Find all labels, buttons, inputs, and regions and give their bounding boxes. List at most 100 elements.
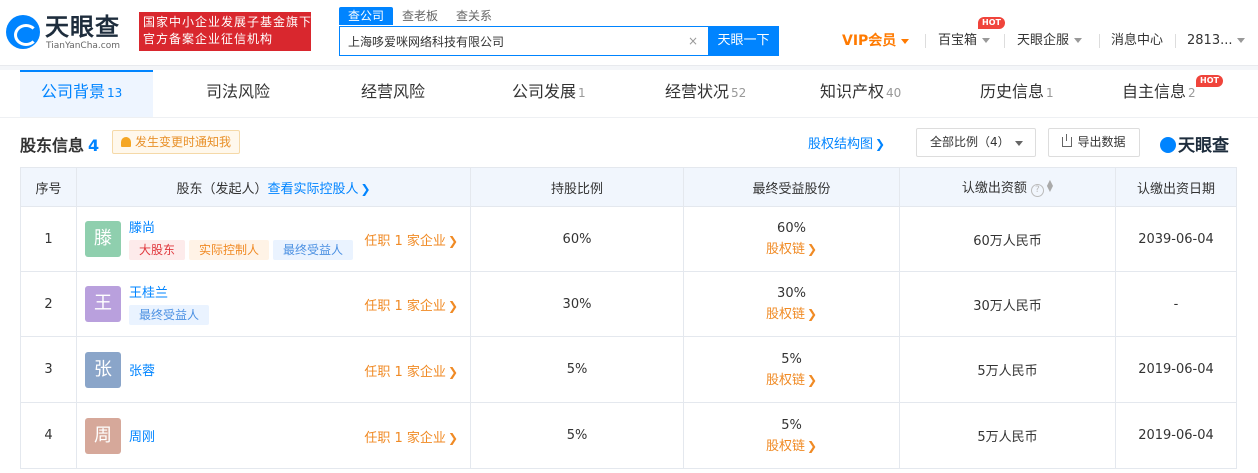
company-tab-bar: 公司背景 13 司法风险 经营风险 公司发展 1 经营状况 52 知识产权 40 历史信… <box>0 70 1258 117</box>
tab-label: 司法风险 <box>206 82 271 101</box>
nav-divider <box>1004 34 1005 48</box>
holder-cell: 滕滕尚 大股东 实际控制人 最终受益人 任职 1 家企业 ❯ <box>76 206 471 272</box>
positions-link[interactable]: 任职 1 家企业 ❯ <box>364 295 458 314</box>
chevron-right-icon: ❯ <box>360 181 371 196</box>
enterprise-service-menu[interactable]: 天眼企服 <box>1017 32 1083 50</box>
col-header-benefit: 最终受益股份 <box>683 167 900 207</box>
official-banner[interactable]: 国家中小企业发展子基金旗下 官方备案企业征信机构 <box>139 12 311 51</box>
message-center-link[interactable]: 消息中心 <box>1111 32 1163 50</box>
chevron-down-icon <box>1074 38 1083 43</box>
nav-divider <box>925 34 926 48</box>
chevron-down-icon <box>901 38 910 44</box>
positions-link-label: 任职 1 家企业 <box>364 234 446 249</box>
table-row: 3 张张蓉 任职 1 家企业 ❯ 5% 5% 股权链 ❯ 5万人民币 2019-06-04 <box>20 336 1237 403</box>
holder-name-link[interactable]: 周刚 <box>129 426 155 445</box>
avatar[interactable]: 张 <box>85 351 121 388</box>
brand-text: 天眼查 <box>1178 136 1229 156</box>
holder-name-link[interactable]: 张蓉 <box>129 360 155 379</box>
benefit-value: 60% <box>777 221 806 236</box>
user-menu[interactable]: 2813... <box>1187 32 1246 50</box>
tab-history-info[interactable]: 历史信息 1 <box>980 70 1054 117</box>
vip-menu[interactable]: VIP会员 <box>842 32 910 50</box>
vip-label: VIP会员 <box>842 33 897 49</box>
positions-link[interactable]: 任职 1 家企业 ❯ <box>364 427 458 446</box>
tab-label: 经营状况 <box>665 82 730 101</box>
tianyancha-logo[interactable]: 天眼查 TianYanCha.com <box>6 13 132 53</box>
avatar[interactable]: 王 <box>85 286 121 322</box>
row-index: 4 <box>20 402 77 469</box>
chevron-right-icon: ❯ <box>875 137 886 151</box>
tab-business-status[interactable]: 经营状况 52 <box>665 70 746 117</box>
equity-structure-link[interactable]: 股权结构图 ❯ <box>808 133 885 152</box>
equity-chain-label: 股权链 <box>765 242 805 257</box>
ratio-cell: 30% <box>470 271 684 337</box>
equity-chain-link[interactable]: 股权链 ❯ <box>684 369 899 388</box>
logo-subtext: TianYanCha.com <box>46 41 121 51</box>
tab-self-info[interactable]: 自主信息 2 <box>1122 70 1196 117</box>
chevron-right-icon: ❯ <box>806 438 818 453</box>
chevron-right-icon: ❯ <box>806 242 818 256</box>
tab-intellectual-property[interactable]: 知识产权 40 <box>820 70 901 117</box>
positions-link-label: 任职 1 家企业 <box>364 299 446 314</box>
tab-company-development[interactable]: 公司发展 1 <box>512 70 586 117</box>
section-title-text: 股东信息 <box>20 136 85 155</box>
sort-icon[interactable]: ▲ ▼ <box>1047 179 1053 193</box>
equity-chain-label: 股权链 <box>765 438 805 454</box>
search-button[interactable]: 天眼一下 <box>708 26 779 56</box>
positions-link[interactable]: 任职 1 家企业 ❯ <box>364 230 458 249</box>
holder-header-label: 股东（发起人） <box>176 181 268 197</box>
date-cell: - <box>1115 271 1237 337</box>
search-input[interactable] <box>340 27 690 55</box>
equity-chain-link[interactable]: 股权链 ❯ <box>684 435 899 454</box>
search-tab-relation[interactable]: 查关系 <box>447 7 501 25</box>
actual-controller-link[interactable]: 查看实际控股人 ❯ <box>267 182 370 197</box>
search-box: × 天眼一下 <box>339 26 779 56</box>
tab-judicial-risk[interactable]: 司法风险 <box>206 70 270 117</box>
help-icon[interactable]: ? <box>1030 184 1044 197</box>
tab-operation-risk[interactable]: 经营风险 <box>361 70 425 117</box>
search-tab-boss[interactable]: 查老板 <box>393 7 447 25</box>
col-header-capital[interactable]: 认缴出资额 ?▲ ▼ <box>899 167 1116 207</box>
col-header-holder: 股东（发起人）查看实际控股人 ❯ <box>76 167 471 207</box>
tab-count: 1 <box>578 86 586 100</box>
capital-cell: 5万人民币 <box>899 336 1116 403</box>
chevron-right-icon: ❯ <box>806 372 818 387</box>
positions-link[interactable]: 任职 1 家企业 ❯ <box>364 361 458 380</box>
equity-chain-link[interactable]: 股权链 ❯ <box>684 238 899 257</box>
holder-tag: 实际控制人 <box>189 240 270 260</box>
equity-chain-link[interactable]: 股权链 ❯ <box>684 303 899 322</box>
bell-icon <box>121 137 131 147</box>
section-title: 股东信息 4 <box>20 132 99 156</box>
shareholder-section: 股东信息 4 发生变更时通知我 股权结构图 ❯ 全部比例（4） 导出数据 天眼查 序… <box>0 117 1258 473</box>
tab-label: 公司发展 <box>512 82 577 101</box>
avatar[interactable]: 周 <box>85 417 121 454</box>
ratio-cell: 5% <box>470 402 684 469</box>
ratio-filter-select[interactable]: 全部比例（4） <box>916 128 1036 157</box>
tab-count: 1 <box>1046 86 1054 100</box>
search-type-tabs: 查公司 查老板 查关系 <box>339 7 501 25</box>
row-index: 1 <box>20 206 77 272</box>
export-data-button[interactable]: 导出数据 <box>1048 128 1140 157</box>
holder-cell: 周周刚 任职 1 家企业 ❯ <box>76 402 471 469</box>
avatar[interactable]: 滕 <box>85 221 121 257</box>
holder-name-link[interactable]: 王桂兰 <box>129 282 168 301</box>
tab-label: 经营风险 <box>361 82 426 101</box>
positions-link-label: 任职 1 家企业 <box>364 430 446 446</box>
benefit-value: 30% <box>777 286 806 301</box>
positions-link-label: 任职 1 家企业 <box>364 364 446 380</box>
ratio-cell: 5% <box>470 336 684 403</box>
clear-icon[interactable]: × <box>686 34 700 48</box>
date-cell: 2019-06-04 <box>1115 402 1237 469</box>
tab-company-background[interactable]: 公司背景 13 <box>41 70 122 117</box>
logo-mark-icon <box>1160 137 1176 153</box>
change-notify-button[interactable]: 发生变更时通知我 <box>112 130 241 154</box>
tab-count: 40 <box>886 86 902 100</box>
chevron-right-icon: ❯ <box>447 364 458 379</box>
search-tab-company[interactable]: 查公司 <box>339 7 394 25</box>
holder-name-link[interactable]: 滕尚 <box>129 217 155 236</box>
equity-link-label: 股权结构图 <box>808 137 874 152</box>
capital-cell: 5万人民币 <box>899 402 1116 469</box>
treasure-menu[interactable]: 百宝箱 <box>938 32 991 50</box>
export-label: 导出数据 <box>1077 135 1126 149</box>
col-header-ratio: 持股比例 <box>470 167 684 207</box>
